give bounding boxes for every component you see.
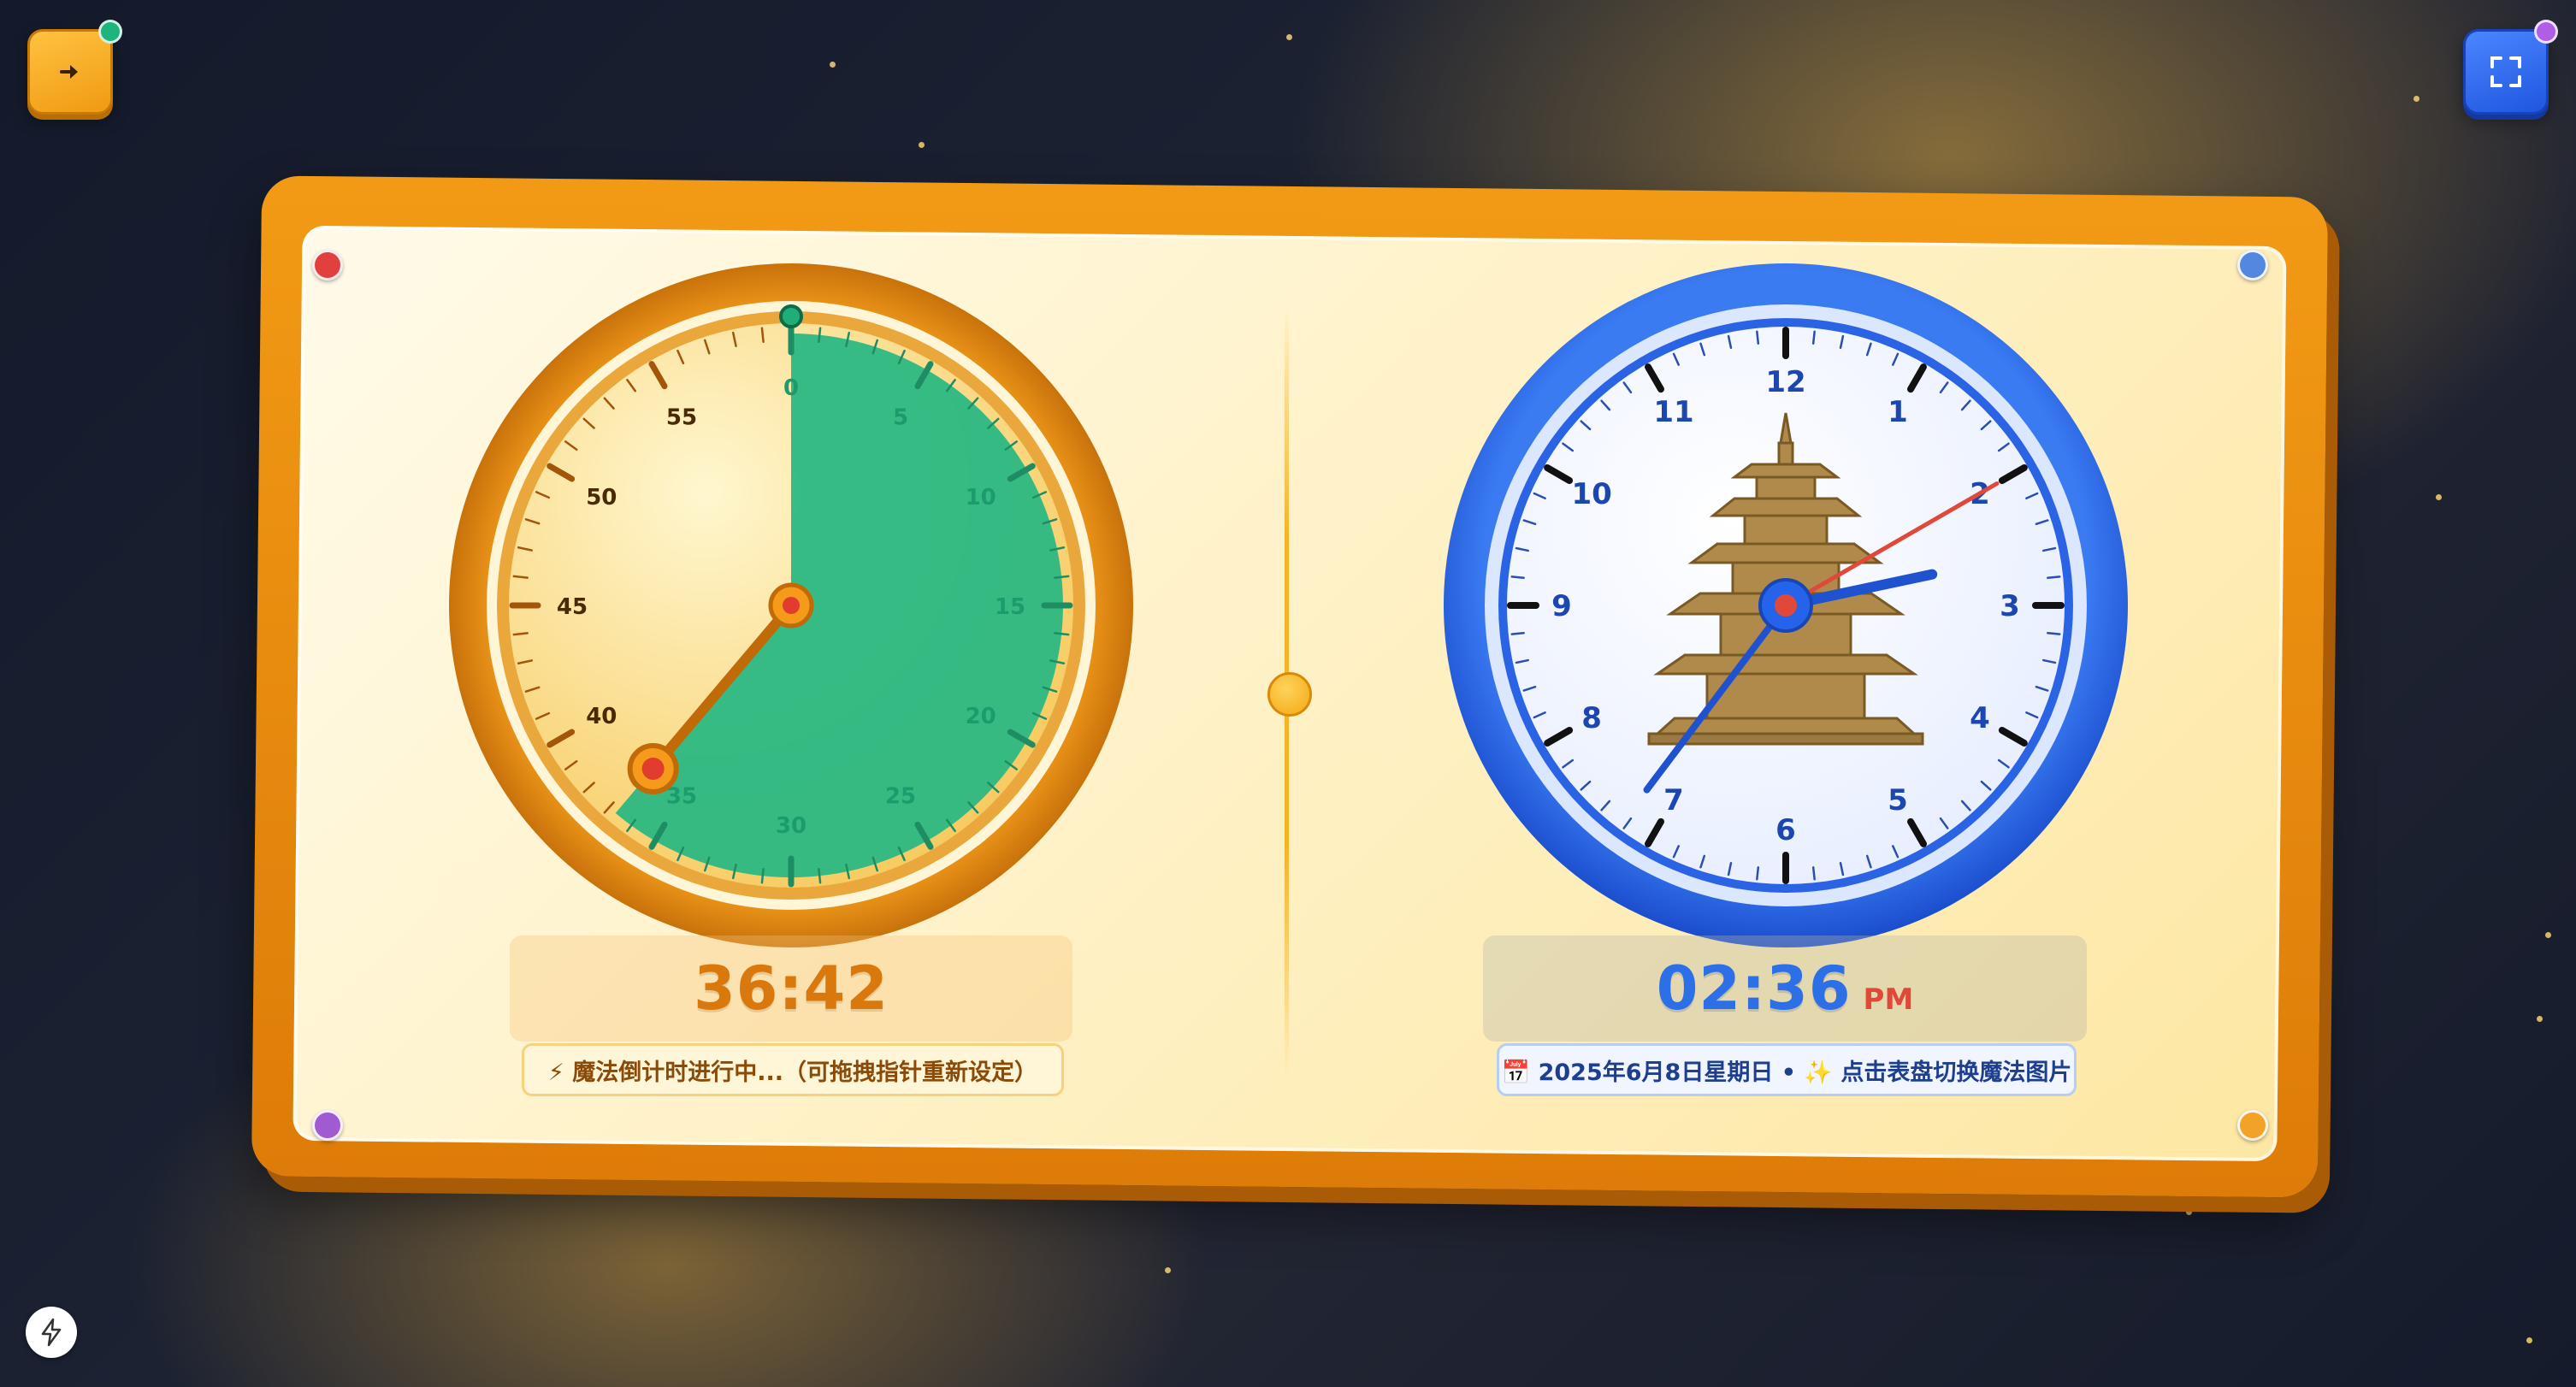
screw <box>312 250 343 280</box>
clock-number: 5 <box>1888 783 1908 817</box>
timer-tick <box>512 575 529 579</box>
clock-tick <box>1811 866 1816 881</box>
clock-readout: 02:36 PM <box>1483 935 2087 1042</box>
clock-number: 4 <box>1970 701 1990 735</box>
timer-label: 40 <box>586 704 617 729</box>
timer-tick <box>760 868 765 884</box>
clock-number: 8 <box>1581 701 1602 735</box>
clock-display: 02:36 <box>1656 953 1852 1024</box>
timer-tick <box>818 868 822 884</box>
lightning-button[interactable] <box>26 1307 77 1358</box>
clock-number: 1 <box>1888 395 1908 429</box>
timer-status: ⚡ 魔法倒计时进行中...（可拖拽指针重新设定） <box>522 1043 1064 1096</box>
clock-number: 6 <box>1775 813 1796 847</box>
divider-knob[interactable] <box>1267 672 1312 717</box>
timer-display: 36:42 <box>694 953 889 1024</box>
clock-tick <box>1756 866 1760 881</box>
ampm-label: PM <box>1863 983 1914 1017</box>
timer-tick <box>512 632 529 636</box>
timer-label: 50 <box>586 485 617 511</box>
timer-readout: 36:42 <box>510 935 1072 1042</box>
clock-number: 7 <box>1663 783 1684 817</box>
status-dot <box>98 20 122 44</box>
timer-dial[interactable]: 0 5 10 15 20 25 30 35 40 45 50 55 <box>449 263 1133 947</box>
clock-tick <box>2047 575 2061 580</box>
back-button[interactable] <box>27 20 122 115</box>
timer-start-marker <box>779 304 803 328</box>
clock-dial[interactable]: 121234567891011 <box>1444 263 2128 947</box>
timer-pivot-center <box>783 597 800 614</box>
fullscreen-button[interactable] <box>2463 20 2558 115</box>
lightning-bolt-icon <box>41 1318 62 1347</box>
clock-tick <box>1510 631 1525 635</box>
clock-number: 9 <box>1551 589 1572 623</box>
timer-label: 5 <box>893 404 908 430</box>
clock-number: 12 <box>1765 365 1805 399</box>
clock-number: 3 <box>2000 589 2020 623</box>
clock-tick <box>1510 575 1525 580</box>
timer-label: 30 <box>776 813 806 839</box>
status-dot <box>2534 20 2558 44</box>
timer-label: 0 <box>783 375 799 401</box>
timer-label: 15 <box>995 594 1025 620</box>
clock-number: 11 <box>1653 395 1693 429</box>
timer-label: 35 <box>666 784 697 810</box>
timer-label: 10 <box>966 485 996 511</box>
clock-pivot-center <box>1775 594 1797 617</box>
timer-tick <box>1054 575 1070 579</box>
clock-tick <box>1756 330 1760 345</box>
date-status[interactable]: 📅 2025年6月8日星期日 • ✨ 点击表盘切换魔法图片 <box>1497 1043 2077 1096</box>
timer-tick <box>760 327 765 343</box>
timer-knob-center <box>641 757 665 780</box>
timer-label: 20 <box>966 704 996 729</box>
screw <box>312 1110 343 1141</box>
screw <box>2237 1110 2268 1141</box>
timer-tick <box>1054 632 1070 636</box>
timer-label: 25 <box>885 784 916 810</box>
arrow-right-icon <box>60 65 78 79</box>
screw <box>2237 250 2268 280</box>
clock-tick <box>2047 631 2061 635</box>
fullscreen-icon <box>2490 56 2521 87</box>
timer-tick <box>818 327 822 343</box>
timer-label: 55 <box>666 404 697 430</box>
timer-label: 45 <box>557 594 588 620</box>
clock-tick <box>1811 330 1816 345</box>
clock-number: 10 <box>1571 477 1611 511</box>
